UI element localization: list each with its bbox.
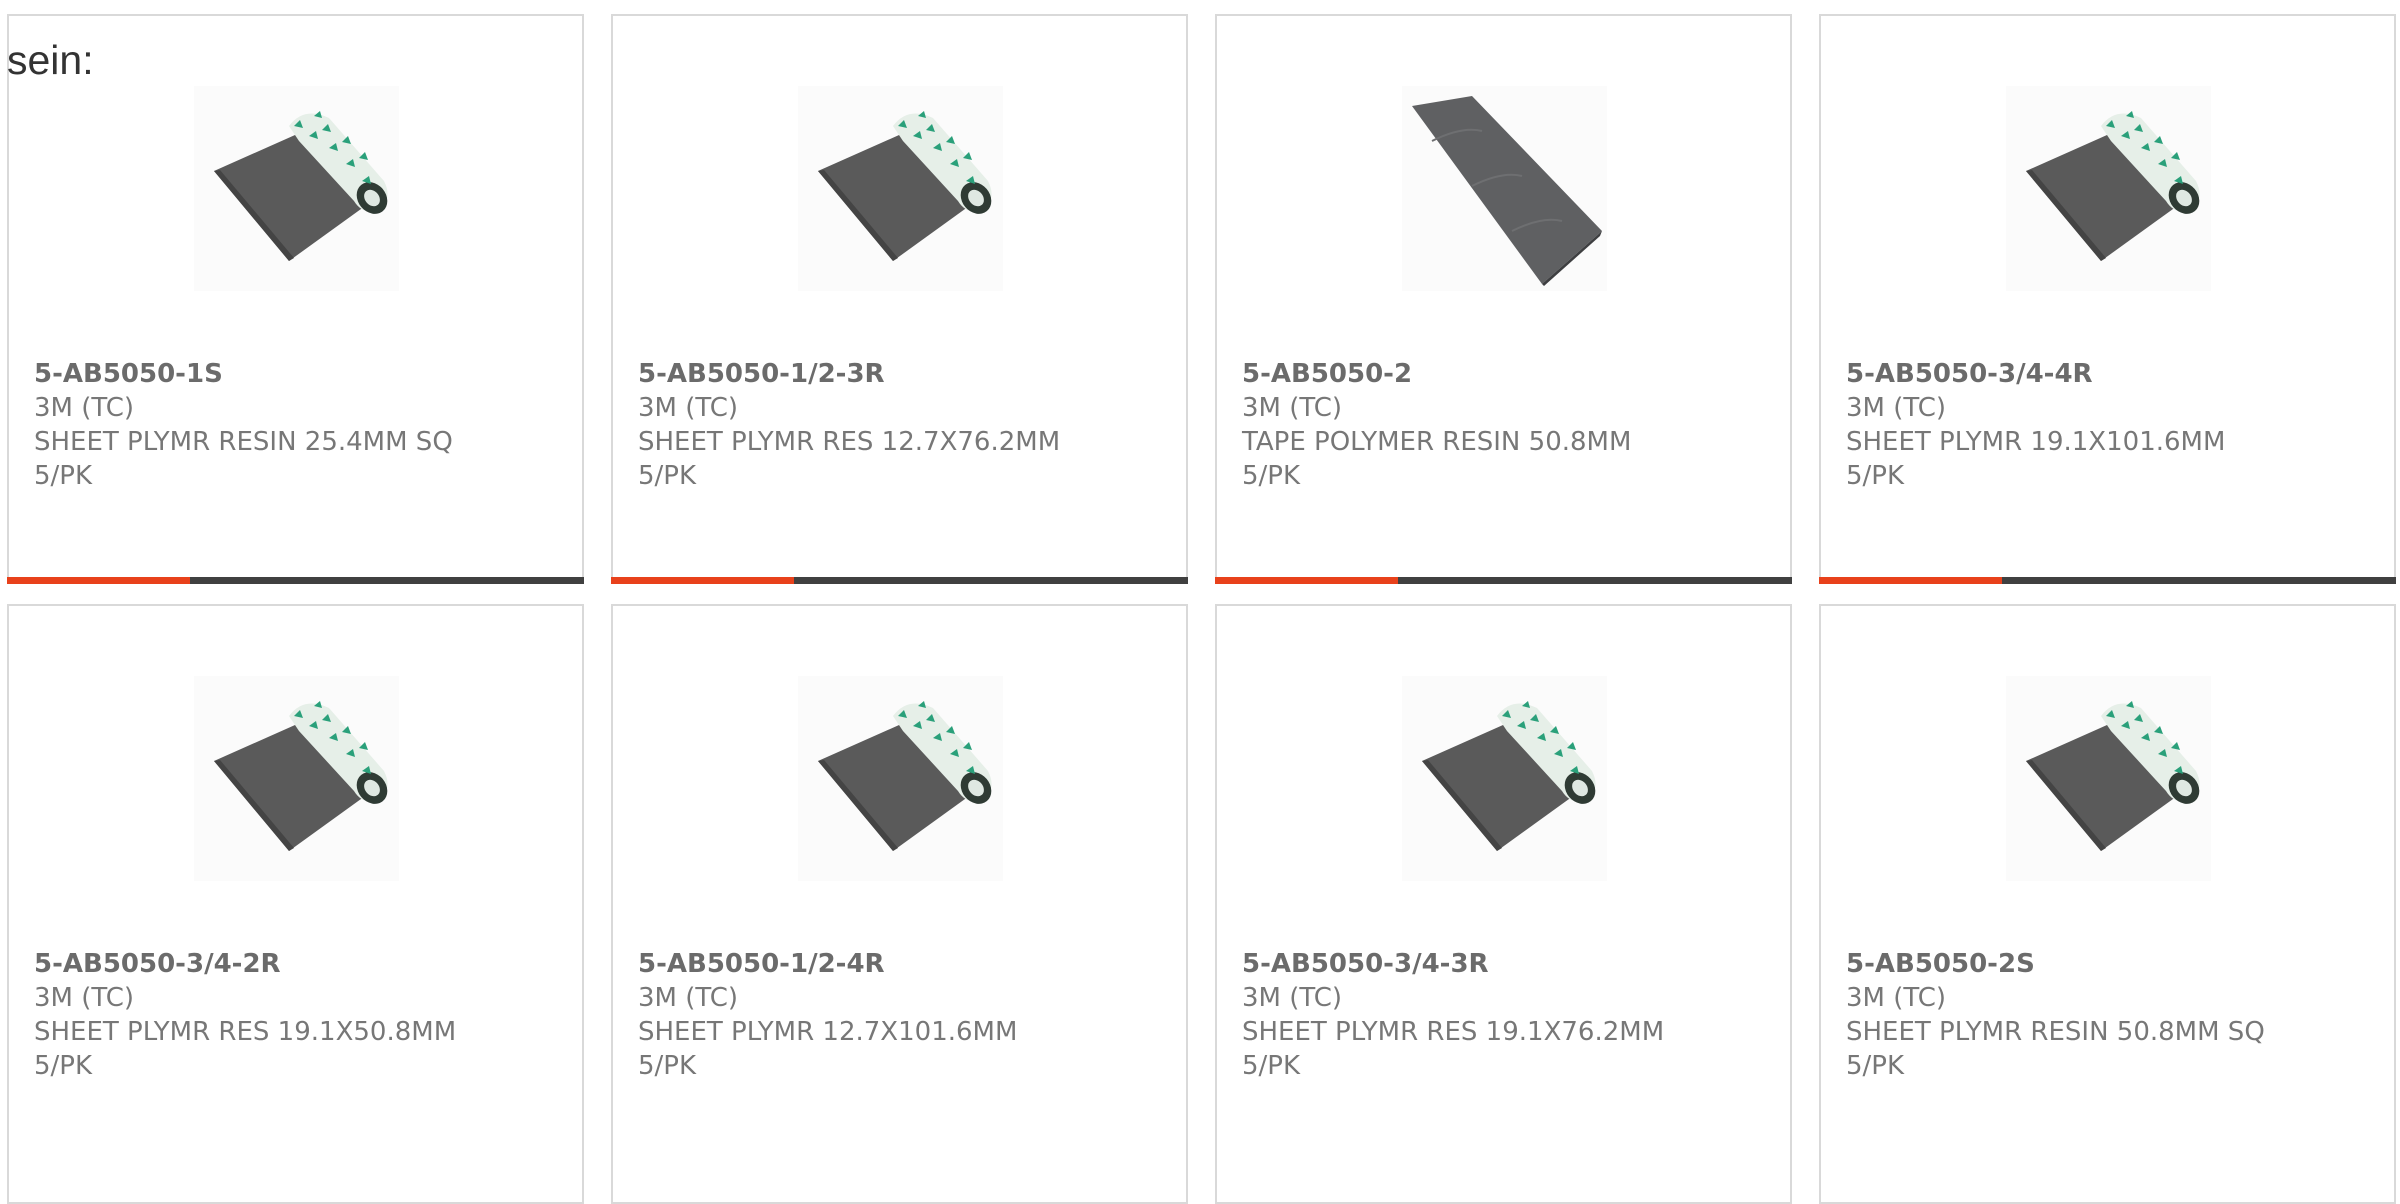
- package: 5/PK: [1846, 1051, 1905, 1081]
- product-image: [2006, 676, 2211, 881]
- manufacturer: 3M (TC): [1846, 393, 1947, 423]
- product-card[interactable]: 5-AB5050-3/4-3R 3M (TC) SHEET PLYMR RES …: [1215, 604, 1792, 1204]
- card-footer-bar: [611, 577, 1188, 584]
- description: SHEET PLYMR RES 12.7X76.2MM: [638, 427, 1061, 457]
- description: SHEET PLYMR RESIN 25.4MM SQ: [34, 427, 453, 457]
- manufacturer: 3M (TC): [638, 983, 739, 1013]
- product-card[interactable]: 5-AB5050-2 3M (TC) TAPE POLYMER RESIN 50…: [1215, 14, 1792, 584]
- manufacturer: 3M (TC): [34, 393, 135, 423]
- package: 5/PK: [638, 461, 697, 491]
- product-card[interactable]: 5-AB5050-3/4-2R 3M (TC) SHEET PLYMR RES …: [7, 604, 584, 1204]
- product-image: [194, 676, 399, 881]
- product-image: [2006, 86, 2211, 291]
- intro-text: sein:: [7, 37, 94, 83]
- description: SHEET PLYMR RES 19.1X50.8MM: [34, 1017, 457, 1047]
- description: SHEET PLYMR RESIN 50.8MM SQ: [1846, 1017, 2265, 1047]
- package: 5/PK: [1846, 461, 1905, 491]
- package: 5/PK: [34, 461, 93, 491]
- manufacturer: 3M (TC): [1242, 393, 1343, 423]
- package: 5/PK: [34, 1051, 93, 1081]
- product-card[interactable]: 5-AB5050-1S 3M (TC) SHEET PLYMR RESIN 25…: [7, 14, 584, 584]
- product-image: [1402, 676, 1607, 881]
- description: SHEET PLYMR RES 19.1X76.2MM: [1242, 1017, 1665, 1047]
- card-footer-bar: [7, 577, 584, 584]
- manufacturer: 3M (TC): [1846, 983, 1947, 1013]
- description: SHEET PLYMR 12.7X101.6MM: [638, 1017, 1018, 1047]
- product-card[interactable]: 5-AB5050-1/2-3R 3M (TC) SHEET PLYMR RES …: [611, 14, 1188, 584]
- manufacturer: 3M (TC): [34, 983, 135, 1013]
- product-card[interactable]: 5-AB5050-2S 3M (TC) SHEET PLYMR RESIN 50…: [1819, 604, 2396, 1204]
- part-number[interactable]: 5-AB5050-1S: [34, 357, 572, 391]
- part-number[interactable]: 5-AB5050-1/2-4R: [638, 947, 1176, 981]
- part-number[interactable]: 5-AB5050-3/4-2R: [34, 947, 572, 981]
- description: TAPE POLYMER RESIN 50.8MM: [1242, 427, 1632, 457]
- product-card[interactable]: 5-AB5050-3/4-4R 3M (TC) SHEET PLYMR 19.1…: [1819, 14, 2396, 584]
- package: 5/PK: [1242, 1051, 1301, 1081]
- part-number[interactable]: 5-AB5050-2S: [1846, 947, 2384, 981]
- card-footer-bar: [1819, 577, 2396, 584]
- product-card[interactable]: 5-AB5050-1/2-4R 3M (TC) SHEET PLYMR 12.7…: [611, 604, 1188, 1204]
- part-number[interactable]: 5-AB5050-3/4-3R: [1242, 947, 1780, 981]
- product-image: [194, 86, 399, 291]
- part-number[interactable]: 5-AB5050-1/2-3R: [638, 357, 1176, 391]
- package: 5/PK: [638, 1051, 697, 1081]
- manufacturer: 3M (TC): [1242, 983, 1343, 1013]
- product-image: [798, 676, 1003, 881]
- part-number[interactable]: 5-AB5050-3/4-4R: [1846, 357, 2384, 391]
- card-footer-bar: [1215, 577, 1792, 584]
- manufacturer: 3M (TC): [638, 393, 739, 423]
- product-image: [798, 86, 1003, 291]
- product-image: [1402, 86, 1607, 291]
- description: SHEET PLYMR 19.1X101.6MM: [1846, 427, 2226, 457]
- part-number[interactable]: 5-AB5050-2: [1242, 357, 1780, 391]
- package: 5/PK: [1242, 461, 1301, 491]
